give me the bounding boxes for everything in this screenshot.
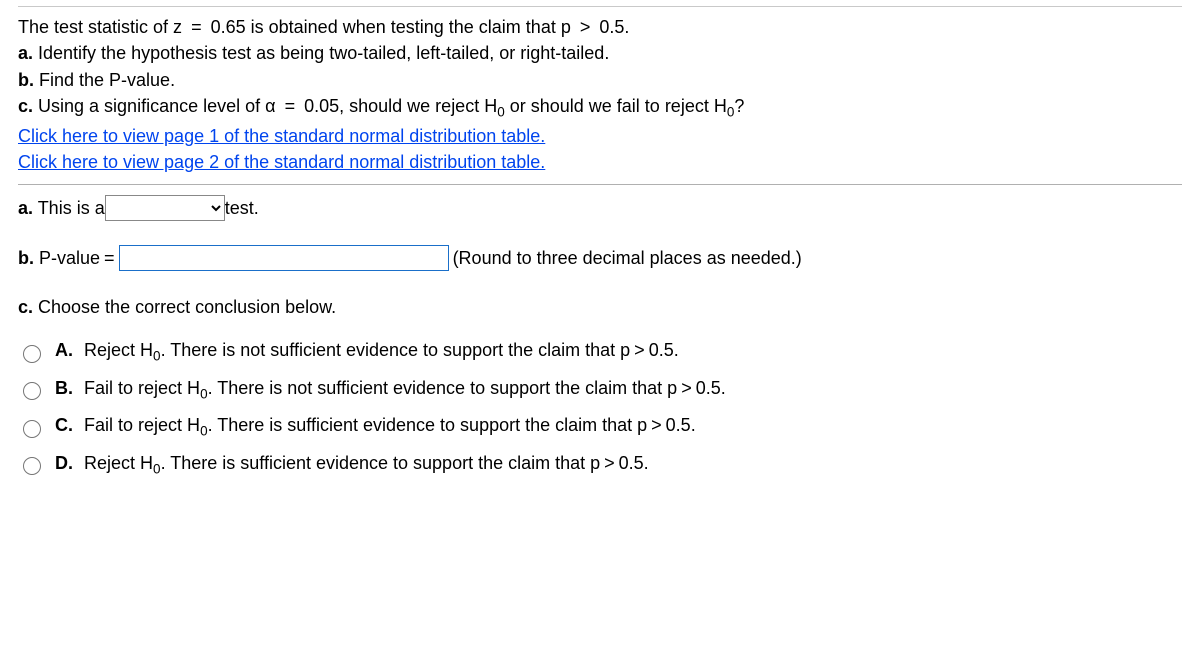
- option-b[interactable]: B. Fail to reject H0. There is not suffi…: [18, 378, 1182, 402]
- subscript: 0: [200, 386, 208, 401]
- line-4: c. Using a significance level of α = 0.0…: [18, 94, 1182, 122]
- text: =: [285, 96, 296, 116]
- radio-c[interactable]: [23, 420, 41, 438]
- option-text: C. Fail to reject H0. There is sufficien…: [55, 415, 696, 439]
- label-c: c.: [18, 96, 33, 116]
- label-b: b.: [18, 70, 34, 90]
- text: ?: [734, 96, 744, 116]
- text: >: [681, 378, 692, 398]
- text: . There is not sufficient evidence to su…: [208, 378, 678, 398]
- part-a-prefix: a. This is a: [18, 198, 105, 219]
- text: Using a significance level of α: [33, 96, 276, 116]
- line-2: a. Identify the hypothesis test as being…: [18, 41, 1182, 65]
- option-letter: C.: [55, 415, 79, 436]
- text: Choose the correct conclusion below.: [33, 297, 336, 317]
- option-a[interactable]: A. Reject H0. There is not sufficient ev…: [18, 340, 1182, 364]
- radio-d[interactable]: [23, 457, 41, 475]
- subscript: 0: [497, 104, 505, 119]
- text: Fail to reject H: [84, 378, 200, 398]
- text: Reject H: [84, 340, 153, 360]
- text: 0.5.: [696, 378, 726, 398]
- part-b-row: b. P-value = (Round to three decimal pla…: [18, 245, 1182, 271]
- equals: =: [104, 248, 115, 269]
- part-a-suffix: test.: [225, 198, 259, 219]
- option-letter: D.: [55, 453, 79, 474]
- text: This is a: [33, 198, 105, 218]
- text: =: [191, 17, 202, 37]
- top-divider: [18, 6, 1182, 7]
- link-row-1: Click here to view page 1 of the standar…: [18, 124, 1182, 148]
- section-divider: [18, 184, 1182, 185]
- option-text: B. Fail to reject H0. There is not suffi…: [55, 378, 726, 402]
- radio-a[interactable]: [23, 345, 41, 363]
- text: 0.5.: [649, 340, 679, 360]
- link-row-2: Click here to view page 2 of the standar…: [18, 150, 1182, 174]
- rounding-hint: (Round to three decimal places as needed…: [453, 248, 802, 269]
- text: >: [651, 415, 662, 435]
- line-1: The test statistic of z = 0.65 is obtain…: [18, 15, 1182, 39]
- option-c[interactable]: C. Fail to reject H0. There is sufficien…: [18, 415, 1182, 439]
- label-b: b.: [18, 248, 34, 268]
- link-table-page-1[interactable]: Click here to view page 1 of the standar…: [18, 126, 545, 146]
- text: Fail to reject H: [84, 415, 200, 435]
- text: . There is sufficient evidence to suppor…: [208, 415, 648, 435]
- text: >: [634, 340, 645, 360]
- text: Find the P-value.: [34, 70, 175, 90]
- text: 0.05, should we reject H: [304, 96, 497, 116]
- text: or should we fail to reject H: [510, 96, 727, 116]
- label-c: c.: [18, 297, 33, 317]
- option-letter: A.: [55, 340, 79, 361]
- subscript: 0: [153, 462, 161, 477]
- line-3: b. Find the P-value.: [18, 68, 1182, 92]
- text: Reject H: [84, 453, 153, 473]
- text: 0.5.: [666, 415, 696, 435]
- test-type-dropdown[interactable]: [105, 195, 225, 221]
- part-b-prefix: b. P-value: [18, 248, 100, 269]
- label-a: a.: [18, 43, 33, 63]
- question-container: The test statistic of z = 0.65 is obtain…: [0, 6, 1200, 661]
- radio-b[interactable]: [23, 382, 41, 400]
- part-a-row: a. This is a test.: [18, 195, 1182, 221]
- subscript: 0: [153, 349, 161, 364]
- options-group: A. Reject H0. There is not sufficient ev…: [18, 340, 1182, 476]
- text: The test statistic of z: [18, 17, 182, 37]
- text: Identify the hypothesis test as being tw…: [33, 43, 609, 63]
- link-table-page-2[interactable]: Click here to view page 2 of the standar…: [18, 152, 545, 172]
- option-letter: B.: [55, 378, 79, 399]
- subscript: 0: [200, 424, 208, 439]
- text: >: [580, 17, 591, 37]
- text: >: [604, 453, 615, 473]
- part-c-prefix: c. Choose the correct conclusion below.: [18, 297, 336, 318]
- text: P-value: [34, 248, 100, 268]
- text: 0.5.: [619, 453, 649, 473]
- text: . There is sufficient evidence to suppor…: [161, 453, 601, 473]
- option-text: D. Reject H0. There is sufficient eviden…: [55, 453, 649, 477]
- option-text: A. Reject H0. There is not sufficient ev…: [55, 340, 679, 364]
- option-d[interactable]: D. Reject H0. There is sufficient eviden…: [18, 453, 1182, 477]
- text: 0.5.: [599, 17, 629, 37]
- problem-statement: The test statistic of z = 0.65 is obtain…: [18, 15, 1182, 174]
- p-value-input[interactable]: [119, 245, 449, 271]
- label-a: a.: [18, 198, 33, 218]
- text: . There is not sufficient evidence to su…: [161, 340, 631, 360]
- part-c-row: c. Choose the correct conclusion below.: [18, 297, 1182, 318]
- text: 0.65 is obtained when testing the claim …: [211, 17, 571, 37]
